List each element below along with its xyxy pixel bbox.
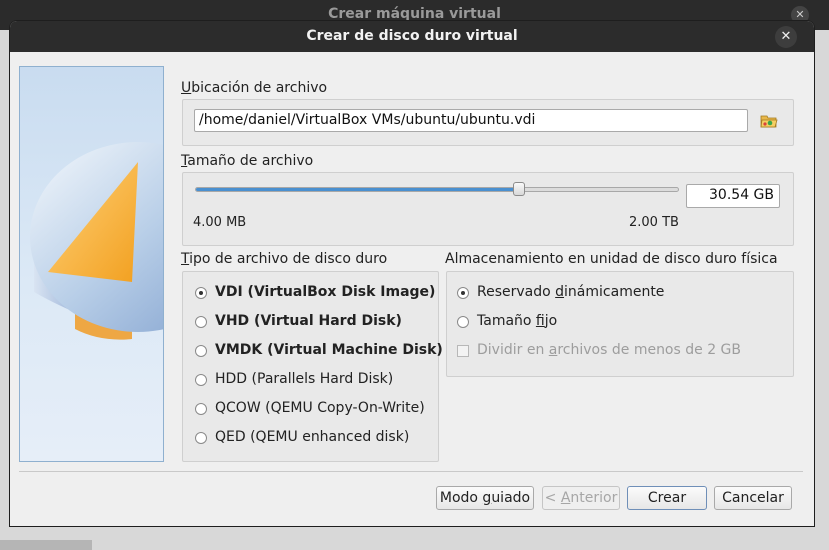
dialog-titlebar: Crear de disco duro virtual ✕ — [10, 21, 814, 52]
radio-indicator[interactable] — [195, 374, 207, 386]
radio-indicator[interactable] — [195, 432, 207, 444]
dialog-title: Crear de disco duro virtual — [306, 28, 518, 44]
disk-type-label: Tipo de archivo de disco duro — [181, 251, 388, 267]
file-location-label: Ubicación de archivo — [181, 80, 328, 96]
file-size-label: Tamaño de archivo — [181, 153, 314, 169]
create-virtual-disk-dialog: Crear de disco duro virtual ✕ Ubicación … — [9, 20, 815, 527]
cancel-button[interactable]: Cancelar — [714, 486, 792, 510]
file-size-max-label: 2.00 TB — [629, 215, 679, 230]
disk-type-option-label: QED (QEMU enhanced disk) — [215, 429, 410, 445]
back-button[interactable]: < Anterior — [542, 486, 620, 510]
radio-fixed-label: Tamaño fijo — [477, 313, 558, 329]
disk-type-option-label: VDI (VirtualBox Disk Image) — [215, 284, 436, 300]
radio-indicator[interactable] — [195, 287, 207, 299]
disk-type-option-label: QCOW (QEMU Copy-On-Write) — [215, 400, 425, 416]
close-icon[interactable]: ✕ — [775, 26, 797, 48]
disk-type-option-label: VHD (Virtual Hard Disk) — [215, 313, 402, 329]
file-size-input[interactable]: 30.54 GB — [686, 184, 780, 208]
file-size-slider-handle[interactable] — [513, 182, 526, 196]
radio-indicator[interactable] — [195, 345, 207, 357]
radio-indicator[interactable] — [195, 316, 207, 328]
button-separator — [19, 471, 803, 472]
file-path-input[interactable]: /home/daniel/VirtualBox VMs/ubuntu/ubunt… — [194, 109, 748, 132]
disk-type-option-label: VMDK (Virtual Machine Disk) — [215, 342, 443, 358]
radio-dynamic-indicator[interactable] — [457, 287, 469, 299]
split-files-checkbox[interactable] — [457, 345, 469, 357]
folder-open-icon[interactable] — [760, 112, 778, 130]
background-window-strip — [0, 540, 92, 550]
radio-fixed-indicator[interactable] — [457, 316, 469, 328]
dialog-content: Ubicación de archivo /home/daniel/Virtua… — [10, 52, 814, 526]
guided-mode-button[interactable]: Modo guiado — [436, 486, 534, 510]
create-button[interactable]: Crear — [627, 486, 707, 510]
hard-disk-icon — [30, 142, 163, 340]
file-size-min-label: 4.00 MB — [193, 215, 247, 230]
radio-dynamic-label: Reservado dinámicamente — [477, 284, 665, 300]
file-size-slider-fill — [196, 188, 519, 191]
radio-indicator[interactable] — [195, 403, 207, 415]
hard-disk-illustration — [19, 66, 164, 462]
split-files-label: Dividir en archivos de menos de 2 GB — [477, 342, 742, 358]
storage-label: Almacenamiento en unidad de disco duro f… — [445, 251, 778, 267]
file-size-slider-track[interactable] — [195, 187, 679, 192]
disk-type-option-label: HDD (Parallels Hard Disk) — [215, 371, 394, 387]
